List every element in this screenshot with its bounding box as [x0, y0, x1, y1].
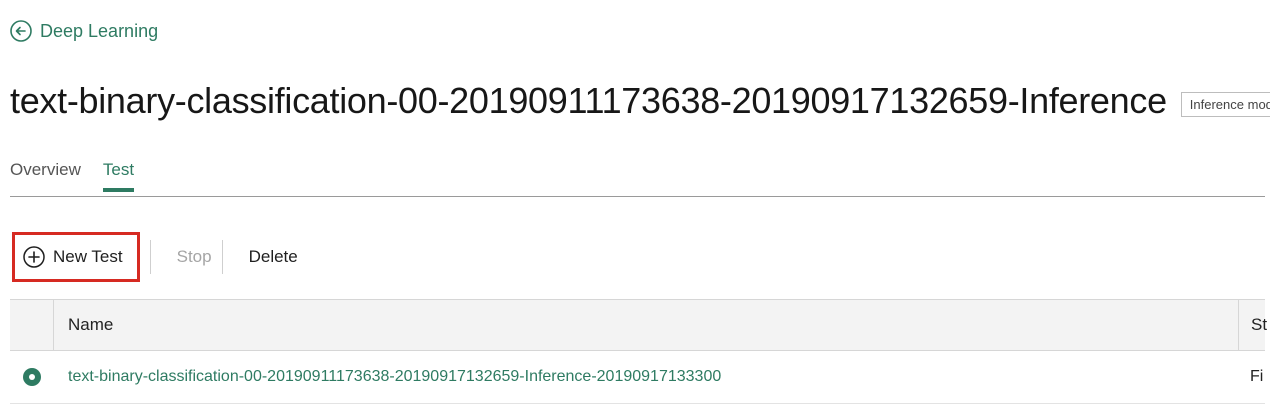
toolbar: New Test Stop Delete [12, 232, 298, 282]
tabs-divider [10, 196, 1265, 197]
test-name-link[interactable]: text-binary-classification-00-2019091117… [54, 368, 721, 386]
tab-overview[interactable]: Overview [10, 160, 81, 192]
tab-test[interactable]: Test [102, 160, 135, 192]
tests-table: Name St text-binary-classification-00-20… [10, 299, 1267, 404]
arrow-left-circle-icon [10, 20, 32, 42]
new-test-button[interactable]: New Test [12, 232, 140, 282]
toolbar-divider [149, 240, 151, 274]
stop-button[interactable]: Stop [177, 247, 212, 267]
back-link[interactable]: Deep Learning [10, 20, 158, 42]
test-status: Fi [1250, 368, 1264, 385]
tab-bar: Overview Test [10, 160, 135, 192]
page-title: text-binary-classification-00-2019091117… [10, 80, 1167, 121]
delete-button[interactable]: Delete [249, 247, 298, 267]
back-link-label: Deep Learning [40, 20, 159, 41]
column-header-status[interactable]: St [1238, 300, 1267, 350]
column-header-name[interactable]: Name [54, 315, 1265, 335]
table-header: Name St [10, 299, 1267, 351]
plus-circle-icon [23, 246, 45, 268]
table-row[interactable]: text-binary-classification-00-2019091117… [10, 351, 1265, 404]
new-test-label: New Test [53, 247, 123, 266]
select-column-header [10, 300, 54, 350]
toolbar-divider [221, 240, 223, 274]
model-type-badge: Inference model [1180, 91, 1270, 117]
title-row: text-binary-classification-00-2019091117… [10, 80, 1270, 122]
row-radio[interactable] [10, 368, 54, 386]
radio-selected-icon [23, 368, 41, 386]
